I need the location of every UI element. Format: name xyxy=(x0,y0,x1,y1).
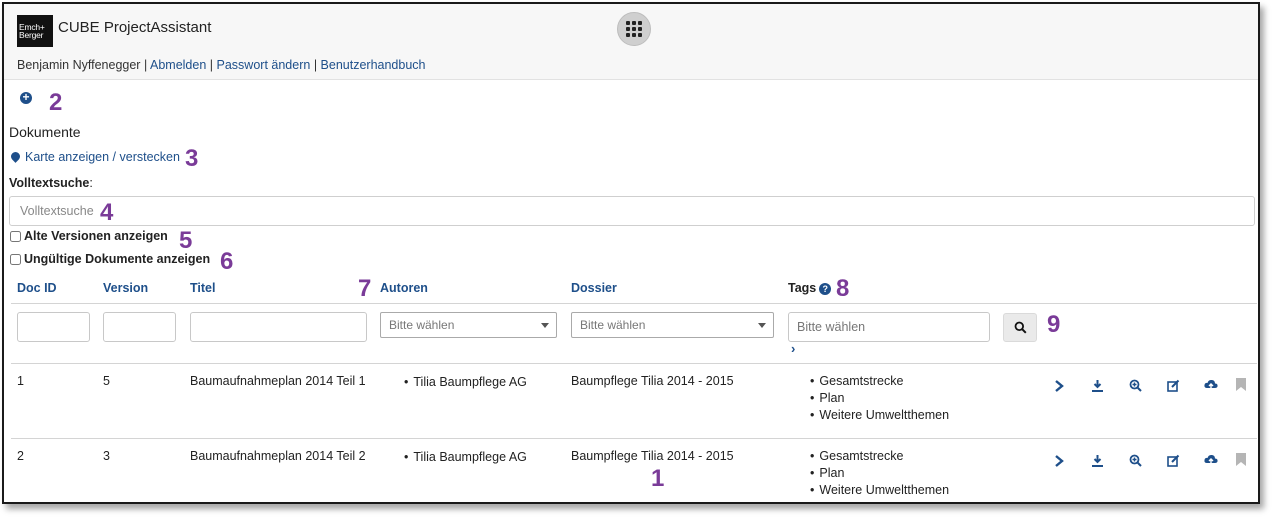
callout-1: 1 xyxy=(651,465,665,492)
row-divider xyxy=(11,363,1257,364)
edit-icon[interactable] xyxy=(1165,452,1181,468)
download-icon[interactable] xyxy=(1089,377,1105,393)
old-versions-checkbox[interactable] xyxy=(10,230,21,242)
app-launcher-button[interactable] xyxy=(617,12,651,46)
add-document-icon[interactable]: + xyxy=(20,91,32,104)
open-icon[interactable] xyxy=(1051,378,1067,394)
list-item: Tilia Baumpflege AG xyxy=(404,374,526,391)
change-password-link[interactable]: Passwort ändern xyxy=(217,58,311,72)
list-item: Plan xyxy=(810,465,949,482)
list-item: Plan xyxy=(810,390,949,407)
callout-7: 7 xyxy=(358,275,372,302)
cloud-upload-icon[interactable] xyxy=(1203,377,1219,393)
edit-icon[interactable] xyxy=(1165,377,1181,393)
version-cell: 3 xyxy=(103,449,110,463)
header-divider xyxy=(11,303,1257,304)
callout-2: 2 xyxy=(49,89,63,116)
chevron-down-icon xyxy=(541,323,549,328)
map-pin-icon xyxy=(9,150,22,163)
authors-cell: Tilia Baumpflege AG xyxy=(404,374,526,391)
callout-8: 8 xyxy=(836,275,850,302)
callout-4: 4 xyxy=(100,199,114,226)
app-window: Emch+ Berger CUBE ProjectAssistant Benjam… xyxy=(2,2,1260,504)
map-toggle-label: Karte anzeigen / verstecken xyxy=(25,150,180,164)
column-dossier[interactable]: Dossier xyxy=(571,281,617,295)
bookmark-icon[interactable] xyxy=(1233,451,1249,467)
chevron-down-icon xyxy=(758,323,766,328)
list-item: Gesamtstrecke xyxy=(810,373,949,390)
doc-id-filter[interactable] xyxy=(17,312,90,342)
title-filter[interactable] xyxy=(190,312,367,342)
dossier-cell: Baumpflege Tilia 2014 - 2015 xyxy=(571,374,734,388)
chevron-right-icon[interactable]: › xyxy=(791,341,795,356)
column-tags: Tags? xyxy=(788,281,832,295)
doc-id-cell: 1 xyxy=(17,374,24,388)
zoom-in-icon[interactable] xyxy=(1127,377,1143,393)
old-versions-option: Alte Versionen anzeigen xyxy=(10,229,168,243)
dossier-cell: Baumpflege Tilia 2014 - 2015 xyxy=(571,449,734,463)
version-filter[interactable] xyxy=(103,312,176,342)
user-bar: Benjamin Nyffenegger | Abmelden | Passwo… xyxy=(17,58,426,72)
authors-cell: Tilia Baumpflege AG xyxy=(404,449,526,466)
callout-9: 9 xyxy=(1047,311,1061,338)
bookmark-icon[interactable] xyxy=(1233,376,1249,392)
version-cell: 5 xyxy=(103,374,110,388)
callout-3: 3 xyxy=(185,145,199,172)
authors-select[interactable]: Bitte wählen xyxy=(380,312,557,338)
app-title: CUBE ProjectAssistant xyxy=(58,19,212,36)
column-doc-id[interactable]: Doc ID xyxy=(17,281,57,295)
help-icon[interactable]: ? xyxy=(819,282,832,295)
search-button[interactable] xyxy=(1003,313,1037,342)
map-toggle-link[interactable]: Karte anzeigen / verstecken xyxy=(9,150,180,164)
header: Emch+ Berger CUBE ProjectAssistant Benjam… xyxy=(4,4,1258,80)
open-icon[interactable] xyxy=(1051,453,1067,469)
company-logo: Emch+ Berger xyxy=(17,15,53,47)
fulltext-label: Volltextsuche: xyxy=(9,176,93,190)
list-item: Weitere Umweltthemen xyxy=(810,407,949,424)
cloud-upload-icon[interactable] xyxy=(1203,452,1219,468)
download-icon[interactable] xyxy=(1089,452,1105,468)
search-icon xyxy=(1014,321,1027,334)
callout-5: 5 xyxy=(179,227,193,254)
logout-link[interactable]: Abmelden xyxy=(150,58,206,72)
fulltext-search-input[interactable] xyxy=(9,196,1255,226)
grid-icon xyxy=(626,21,642,37)
column-authors[interactable]: Autoren xyxy=(380,281,428,295)
manual-link[interactable]: Benutzerhandbuch xyxy=(321,58,426,72)
list-item: Weitere Umweltthemen xyxy=(810,482,949,499)
page-title: Dokumente xyxy=(9,124,81,140)
invalid-docs-checkbox[interactable] xyxy=(10,253,21,265)
user-name: Benjamin Nyffenegger xyxy=(17,58,141,72)
column-title[interactable]: Titel xyxy=(190,281,215,295)
dossier-select[interactable]: Bitte wählen xyxy=(571,312,774,338)
zoom-in-icon[interactable] xyxy=(1127,452,1143,468)
tags-cell: Gesamtstrecke Plan Weitere Umweltthemen xyxy=(810,448,949,499)
callout-6: 6 xyxy=(220,248,234,275)
row-divider xyxy=(11,438,1257,439)
doc-id-cell: 2 xyxy=(17,449,24,463)
list-item: Gesamtstrecke xyxy=(810,448,949,465)
tags-cell: Gesamtstrecke Plan Weitere Umweltthemen xyxy=(810,373,949,424)
title-cell: Baumaufnahmeplan 2014 Teil 2 xyxy=(190,449,366,463)
tags-filter[interactable] xyxy=(788,312,990,342)
title-cell: Baumaufnahmeplan 2014 Teil 1 xyxy=(190,374,366,388)
column-version[interactable]: Version xyxy=(103,281,148,295)
invalid-docs-option: Ungültige Dokumente anzeigen xyxy=(10,252,210,266)
list-item: Tilia Baumpflege AG xyxy=(404,449,526,466)
